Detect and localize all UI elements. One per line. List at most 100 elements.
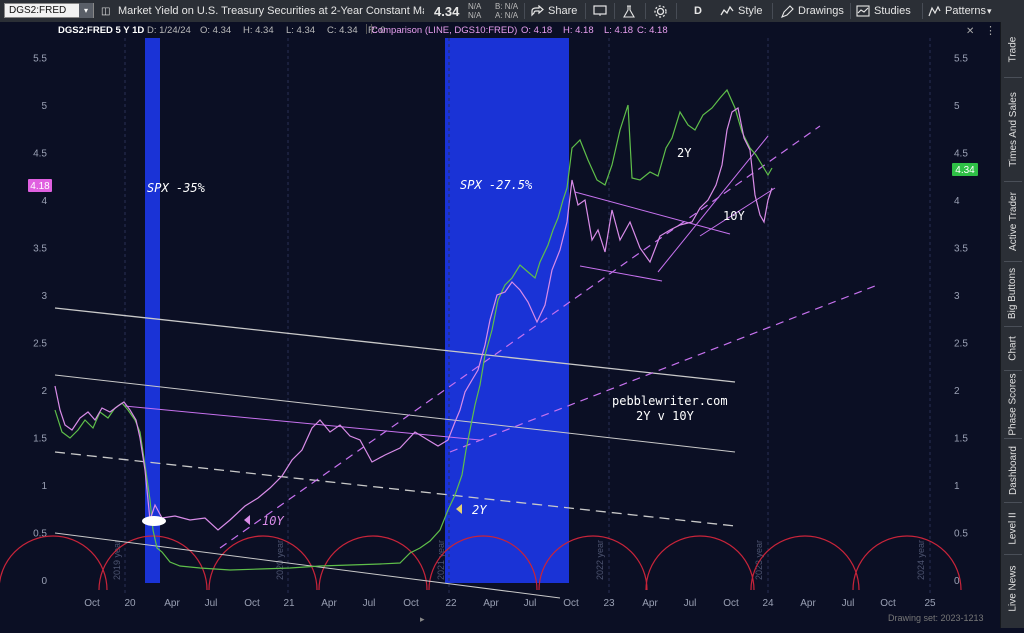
sidebar-tab-big-buttons[interactable]: Big Buttons xyxy=(1001,261,1024,326)
sidebar-tab-label: Chart xyxy=(1007,335,1019,361)
sidebar-divider xyxy=(1004,438,1022,439)
sidebar-divider xyxy=(1004,502,1022,503)
flask-button[interactable] xyxy=(623,0,635,22)
chart-svg[interactable]: 5.5 5.55 54.5 4.54 43.5 3.53 32.5 2.52 21.5 1.51 1… xyxy=(0,22,1000,628)
chart-settings-button[interactable] xyxy=(593,0,607,22)
symbol-settings-icon[interactable]: ◫ xyxy=(101,0,110,22)
y-tick-label-right: 2.5 xyxy=(954,339,968,350)
y-tick-label-left: 4 xyxy=(41,196,47,207)
info-bar-field: H: 4.34 xyxy=(243,25,274,36)
x-tick-label: 21 xyxy=(283,598,295,609)
badge-left-text: 4.18 xyxy=(30,181,50,192)
info-bar-field: Comparison (LINE, DGS10:FRED) xyxy=(371,25,517,36)
sidebar-tab-phase-scores[interactable]: Phase Scores xyxy=(1001,370,1024,438)
x-tick-label: Apr xyxy=(321,598,337,609)
year-label: 2024 year xyxy=(916,540,926,580)
annotation-2y: 2Y xyxy=(677,146,692,160)
y-tick-label-left: 3 xyxy=(41,291,47,302)
patterns-button[interactable]: Patterns xyxy=(928,0,986,22)
symbol-dropdown-icon[interactable]: ▾ xyxy=(79,3,93,18)
last-price: 4.34 xyxy=(434,3,460,19)
screen-icon xyxy=(593,5,607,16)
y-tick-label-right: 4 xyxy=(954,196,960,207)
x-tick-label: Jul xyxy=(684,598,697,609)
x-tick-label: 24 xyxy=(762,598,774,609)
y-tick-label-right: 1 xyxy=(954,481,960,492)
share-button[interactable]: Share xyxy=(530,0,577,22)
x-tick-label: Jul xyxy=(524,598,537,609)
sidebar-tab-active-trader[interactable]: Active Trader xyxy=(1001,181,1024,261)
sidebar-tab-label: Phase Scores xyxy=(1007,372,1019,436)
recession-band-2020 xyxy=(145,38,160,583)
studies-button[interactable]: Studies xyxy=(856,0,911,22)
sidebar-tab-dashboard[interactable]: Dashboard xyxy=(1001,438,1024,502)
info-bar-field: L: 4.34 xyxy=(286,25,315,36)
y-tick-label-left: 5.5 xyxy=(33,54,47,65)
sidebar-tab-level-ii[interactable]: Level II xyxy=(1001,502,1024,554)
info-bar-divider xyxy=(371,24,372,34)
sidebar-tab-times-and-sales[interactable]: Times And Sales xyxy=(1001,77,1024,181)
info-bar-field: C: 4.18 xyxy=(637,25,668,36)
sidebar-divider xyxy=(1004,261,1022,262)
year-label: 2019 year xyxy=(112,540,122,580)
info-bar-field: O: 4.18 xyxy=(521,25,552,36)
sidebar-divider xyxy=(1004,181,1022,182)
sidebar-tab-live-news[interactable]: Live News xyxy=(1001,554,1024,622)
info-bar-field: DGS2:FRED 5 Y 1D xyxy=(58,25,144,36)
info-bar-field: L: 4.18 xyxy=(604,25,633,36)
annotation-site: pebblewriter.com xyxy=(612,394,728,408)
aggregation-button[interactable]: D xyxy=(694,0,702,22)
drawings-button[interactable]: Drawings xyxy=(781,0,844,22)
sidebar-divider xyxy=(1004,554,1022,555)
gear-button[interactable] xyxy=(654,0,667,22)
x-tick-label: 25 xyxy=(924,598,936,609)
arrow-label-10y: 10Y xyxy=(262,514,284,528)
sidebar-tab-label: Active Trader xyxy=(1007,191,1019,251)
na-block: N/A N/A xyxy=(468,2,482,20)
status-bar-bg xyxy=(0,610,1000,628)
y-tick-label-right: 2 xyxy=(954,386,960,397)
chart-area[interactable]: 5.5 5.5 5 5 4.5 4.5 4 4 3.5 3.5 3 3 2.5 2.5 2 2 1.5 1.5 1 1… xyxy=(0,22,1000,628)
y-tick-label-right: 1.5 xyxy=(954,434,968,445)
y-tick-label-right: 4.5 xyxy=(954,149,968,160)
status-text: Drawing set: 2023-1213 xyxy=(888,613,984,623)
sidebar-tab-chart[interactable]: Chart xyxy=(1001,326,1024,370)
y-tick-label-left: 2 xyxy=(41,386,47,397)
x-tick-label: Oct xyxy=(244,598,260,609)
style-button[interactable]: Style xyxy=(720,0,762,22)
arrow-label-2y: 2Y xyxy=(472,503,487,517)
x-tick-label: Oct xyxy=(403,598,419,609)
x-tick-label: Jul xyxy=(363,598,376,609)
sidebar-tab-label: Dashboard xyxy=(1007,445,1019,495)
chart-close-icon: ✕ xyxy=(966,26,974,37)
info-bar-field: D: 1/24/24 xyxy=(147,25,191,36)
flask-icon xyxy=(623,4,635,18)
y-tick-label-right: 5 xyxy=(954,101,960,112)
sidebar-divider xyxy=(1004,326,1022,327)
y-tick-label-left: 4.5 xyxy=(33,149,47,160)
scroll-handle-icon: ▸ xyxy=(420,614,425,624)
x-tick-label: Jul xyxy=(842,598,855,609)
annotation-site-sub: 2Y v 10Y xyxy=(636,409,695,423)
style-icon xyxy=(720,5,734,16)
y-tick-label-left: 3.5 xyxy=(33,244,47,255)
x-tick-label: 20 xyxy=(124,598,136,609)
toolbar-menu-icon[interactable]: ▾ xyxy=(987,0,992,22)
x-tick-label: Apr xyxy=(642,598,658,609)
badge-right-text: 4.34 xyxy=(955,165,975,176)
symbol-description: Market Yield on U.S. Treasury Securities… xyxy=(118,5,424,17)
sidebar-tab-trade[interactable]: Trade xyxy=(1001,22,1024,77)
sidebar-tab-label: Trade xyxy=(1007,36,1019,63)
annotation-10y: 10Y xyxy=(723,209,745,223)
year-label: 2022 year xyxy=(595,540,605,580)
pencil-icon xyxy=(781,4,794,18)
sidebar-tab-label: Big Buttons xyxy=(1007,267,1019,320)
x-tick-label: Jul xyxy=(205,598,218,609)
info-bar-field: H: 4.18 xyxy=(563,25,594,36)
studies-icon xyxy=(856,5,870,17)
x-tick-label: Oct xyxy=(563,598,579,609)
gear-icon xyxy=(654,4,667,18)
x-tick-label: Oct xyxy=(880,598,896,609)
x-tick-label: Apr xyxy=(800,598,816,609)
y-tick-label-right: 3 xyxy=(954,291,960,302)
